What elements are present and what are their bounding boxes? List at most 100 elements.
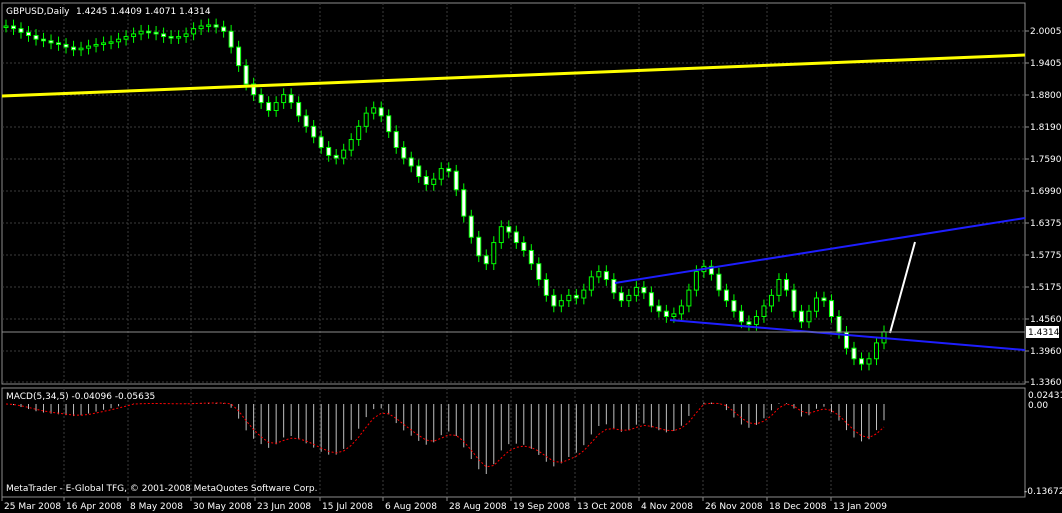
price-tick-label: 1.5775: [1030, 251, 1062, 261]
candle-body: [213, 24, 219, 28]
price-tick-label: 1.9405: [1030, 59, 1062, 69]
candle-body: [228, 30, 234, 48]
candle-body: [431, 178, 437, 185]
date-tick-label: 26 Nov 2008: [705, 502, 763, 512]
indicator-scale-top: 0.02431: [1028, 391, 1062, 401]
candle-body: [191, 28, 197, 35]
date-tick-label: 19 Sep 2008: [513, 502, 570, 512]
candle-body: [573, 294, 579, 299]
date-tick-label: 8 May 2008: [130, 502, 183, 512]
candle-body: [363, 112, 369, 127]
candle-body: [311, 125, 317, 138]
price-tick-label: 1.5175: [1030, 283, 1062, 293]
candle-body: [393, 131, 399, 148]
date-tick-label: 6 Aug 2008: [385, 502, 437, 512]
candle-body: [581, 289, 587, 299]
indicator-scale-bottom: -0.13672: [1024, 487, 1062, 497]
candle-body: [378, 107, 384, 117]
date-tick-label: 30 May 2008: [193, 502, 252, 512]
candle-body: [783, 279, 789, 291]
candle-body: [333, 154, 339, 159]
candle-body: [93, 43, 99, 47]
candle-body: [506, 226, 512, 233]
candle-body: [183, 33, 189, 38]
candle-body: [851, 347, 857, 360]
candle-body: [858, 358, 864, 365]
ohlc-values: 1.4245 1.4409 1.4071 1.4314: [76, 7, 211, 17]
candle-body: [483, 255, 489, 265]
candle-body: [678, 305, 684, 315]
candle-body: [693, 271, 699, 291]
price-tick-label: 1.3960: [1030, 347, 1062, 357]
symbol-label: GBPUSD,Daily: [6, 7, 70, 17]
candle-body: [63, 43, 69, 48]
candle-body: [116, 38, 122, 43]
candle-body: [671, 313, 677, 318]
candle-body: [656, 305, 662, 312]
candle-body: [768, 294, 774, 307]
date-tick-label: 15 Jul 2008: [322, 502, 373, 512]
candle-body: [281, 94, 287, 104]
copyright-text: MetaTrader - E-Global TFG, © 2001-2008 M…: [6, 484, 318, 494]
blue-upper-trendline[interactable]: [614, 217, 1026, 284]
candle-body: [138, 30, 144, 35]
date-tick-label: 18 Dec 2008: [769, 502, 827, 512]
candle-body: [453, 170, 459, 191]
macd-histogram: [13, 402, 885, 474]
date-tick-label: 4 Nov 2008: [641, 502, 693, 512]
candle-body: [791, 289, 797, 312]
candle-body: [386, 115, 392, 133]
candle-body: [873, 342, 879, 360]
candle-body: [243, 65, 249, 85]
price-chart[interactable]: GBPUSD,Daily 1.4245 1.4409 1.4071 1.4314…: [0, 0, 1062, 513]
candle-body: [558, 300, 564, 307]
date-tick-label: 28 Aug 2008: [449, 502, 507, 512]
candle-body: [348, 139, 354, 151]
candle-body: [828, 300, 834, 318]
candle-body: [236, 46, 242, 67]
candle-body: [618, 292, 624, 302]
candle-body: [551, 294, 557, 307]
candle-body: [641, 286, 647, 294]
candle-body: [566, 294, 572, 302]
candle-body: [498, 226, 504, 244]
indicator-scale-zero: 0.00: [1028, 401, 1048, 411]
price-tick-label: 1.3360: [1030, 378, 1062, 388]
candle-body: [528, 249, 534, 265]
candle-body: [461, 189, 467, 217]
candle-body: [326, 146, 332, 156]
candle-body: [161, 33, 167, 38]
candle-body: [296, 102, 302, 117]
candle-body: [596, 271, 602, 278]
candle-body: [131, 33, 137, 38]
candle-body: [446, 168, 452, 172]
date-tick-label: 25 Mar 2008: [4, 502, 61, 512]
candle-body: [288, 94, 294, 104]
candle-body: [423, 176, 429, 185]
candle-body: [168, 36, 174, 39]
candle-body: [626, 294, 632, 302]
indicator-title: MACD(5,34,5) -0.04096 -0.05635: [6, 392, 155, 402]
candle-body: [41, 38, 47, 42]
candle-body: [341, 149, 347, 159]
candle-body: [356, 125, 362, 141]
candle-body: [401, 146, 407, 159]
candle-body: [18, 28, 24, 33]
candle-body: [153, 31, 159, 35]
candle-body: [716, 273, 722, 291]
candle-body: [48, 40, 54, 44]
candle-body: [78, 47, 84, 51]
candle-body: [258, 94, 264, 104]
candle-body: [603, 271, 609, 281]
candle-body: [611, 279, 617, 294]
price-tick-label: 1.6990: [1030, 187, 1062, 197]
yellow-trendline[interactable]: [1, 53, 1026, 98]
grid: [2, 3, 1025, 497]
candle-body: [468, 215, 474, 238]
date-axis: 25 Mar 2008 16 Apr 2008 8 May 2008 30 May 2…: [1, 497, 887, 512]
price-tick-label: 1.4560: [1030, 315, 1062, 325]
date-tick-label: 13 Jan 2009: [833, 502, 887, 512]
date-tick-label: 16 Apr 2008: [66, 502, 122, 512]
candle-body: [686, 289, 692, 307]
candle-body: [723, 289, 729, 302]
